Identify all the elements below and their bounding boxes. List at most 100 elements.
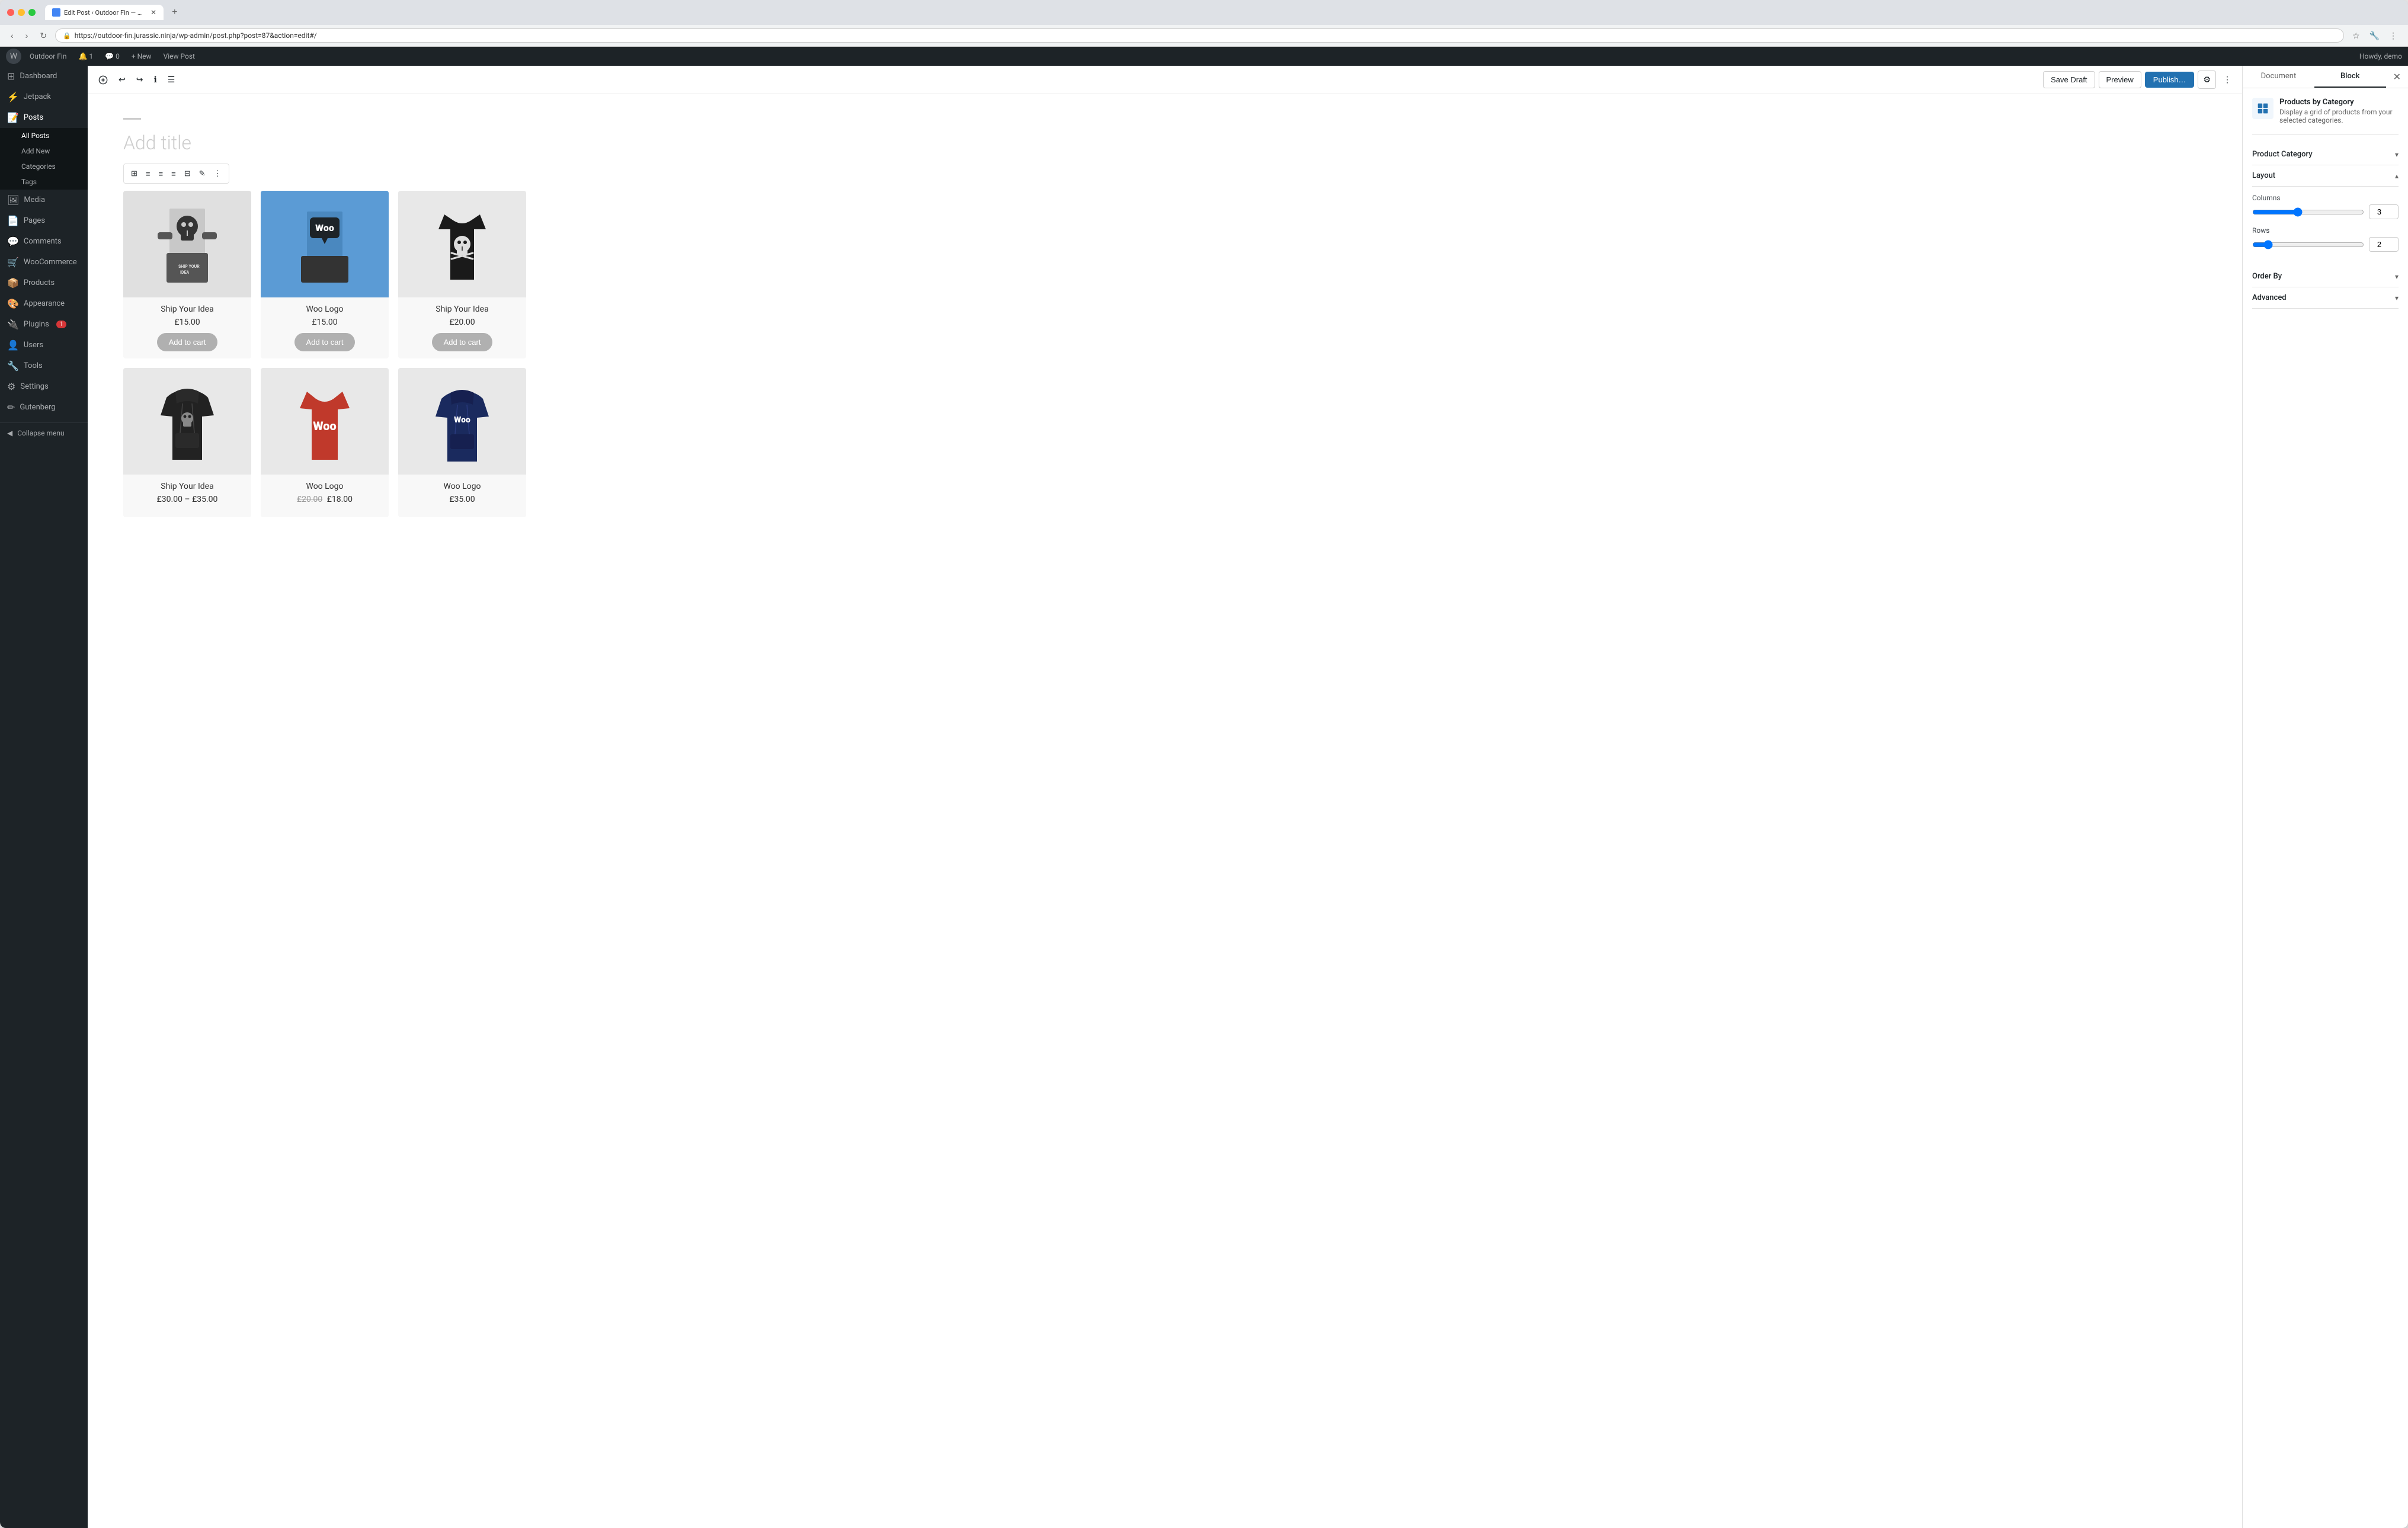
- product-image: SHIP YOUR IDEA: [123, 191, 251, 297]
- section-header-advanced[interactable]: Advanced ▾: [2252, 287, 2399, 309]
- admin-bar-site-name[interactable]: Outdoor Fin: [24, 47, 72, 66]
- list-view-button[interactable]: ☰: [164, 72, 179, 87]
- section-header-layout[interactable]: Layout ▴: [2252, 165, 2399, 187]
- section-header-product-category[interactable]: Product Category ▾: [2252, 144, 2399, 165]
- submenu-add-new[interactable]: Add New: [0, 143, 88, 159]
- browser-window: Edit Post ‹ Outdoor Fin — Wo… ✕ + ‹ › ↻ …: [0, 0, 2408, 1528]
- back-button[interactable]: ‹: [7, 30, 17, 41]
- sidebar-item-settings[interactable]: ⚙ Settings: [0, 376, 88, 397]
- add-to-cart-button[interactable]: Add to cart: [432, 333, 493, 351]
- sidebar-item-appearance[interactable]: 🎨 Appearance: [0, 293, 88, 314]
- rows-number-input[interactable]: [2369, 237, 2399, 252]
- block-desc: Display a grid of products from your sel…: [2279, 108, 2399, 124]
- collapse-menu-button[interactable]: ◀ Collapse menu: [0, 422, 88, 443]
- settings-icon: ⚙: [7, 381, 15, 392]
- add-block-button[interactable]: [95, 73, 111, 87]
- extension-button[interactable]: 🔧: [2366, 30, 2383, 42]
- sidebar-item-gutenberg[interactable]: ✏ Gutenberg: [0, 397, 88, 418]
- section-header-order-by[interactable]: Order By ▾: [2252, 266, 2399, 287]
- publish-button[interactable]: Publish…: [2145, 72, 2195, 88]
- align-wide-button[interactable]: ⊟: [181, 166, 194, 181]
- product-info: Ship Your Idea £20.00 Add to cart: [398, 297, 526, 358]
- columns-slider[interactable]: [2252, 207, 2364, 217]
- add-to-cart-button[interactable]: Add to cart: [157, 333, 218, 351]
- admin-bar-view-post[interactable]: View Post: [158, 47, 201, 66]
- appearance-icon: 🎨: [7, 298, 19, 309]
- sidebar-item-label: Settings: [20, 382, 48, 391]
- close-traffic-light[interactable]: [7, 9, 14, 16]
- admin-bar-comments-count[interactable]: 💬 0: [99, 47, 126, 66]
- columns-label: Columns: [2252, 194, 2399, 202]
- align-center-button[interactable]: ≡: [155, 167, 167, 181]
- sidebar-item-posts[interactable]: 📝 Posts: [0, 107, 88, 128]
- sidebar-item-jetpack[interactable]: ⚡ Jetpack: [0, 87, 88, 107]
- posts-icon: 📝: [7, 112, 19, 123]
- address-bar[interactable]: 🔒 https://outdoor-fin.jurassic.ninja/wp-…: [55, 28, 2344, 43]
- sidebar-item-tools[interactable]: 🔧 Tools: [0, 355, 88, 376]
- preview-button[interactable]: Preview: [2099, 71, 2141, 88]
- section-toggle-icon: ▴: [2395, 172, 2399, 180]
- sidebar-item-label: WooCommerce: [24, 258, 77, 267]
- post-title-field[interactable]: Add title: [123, 132, 2207, 154]
- more-tools-button[interactable]: ⋮: [2220, 72, 2235, 87]
- sidebar-item-users[interactable]: 👤 Users: [0, 335, 88, 355]
- wp-admin-bar: W Outdoor Fin 🔔 1 💬 0 + New View Post Ho…: [0, 47, 2408, 66]
- edit-button[interactable]: ✎: [196, 166, 209, 181]
- block-type-button[interactable]: ⊞: [127, 166, 141, 181]
- svg-text:Woo: Woo: [454, 415, 470, 425]
- rows-label: Rows: [2252, 226, 2399, 235]
- submenu-all-posts[interactable]: All Posts: [0, 128, 88, 143]
- media-icon: 🖼: [7, 194, 19, 206]
- rows-slider[interactable]: [2252, 240, 2364, 249]
- columns-number-input[interactable]: [2369, 204, 2399, 219]
- block-icon: [2252, 98, 2273, 119]
- save-draft-button[interactable]: Save Draft: [2043, 71, 2095, 88]
- panel-close-button[interactable]: ✕: [2386, 66, 2408, 88]
- sidebar-item-label: Comments: [24, 237, 62, 246]
- section-toggle-icon: ▾: [2395, 150, 2399, 159]
- tab-document[interactable]: Document: [2243, 66, 2314, 88]
- sidebar-item-label: Media: [24, 196, 45, 204]
- sidebar-item-label: Gutenberg: [20, 403, 55, 412]
- undo-button[interactable]: ↩: [115, 72, 129, 87]
- more-options-button[interactable]: ⋮: [210, 166, 225, 181]
- bookmark-button[interactable]: ☆: [2349, 30, 2364, 42]
- align-right-button[interactable]: ≡: [168, 167, 180, 181]
- tab-block[interactable]: Block: [2314, 66, 2386, 88]
- forward-button[interactable]: ›: [22, 30, 32, 41]
- tab-favicon: [52, 8, 60, 17]
- menu-button[interactable]: ⋮: [2385, 30, 2401, 42]
- tab-close-button[interactable]: ✕: [150, 8, 156, 17]
- sidebar-item-pages[interactable]: 📄 Pages: [0, 210, 88, 231]
- maximize-traffic-light[interactable]: [28, 9, 36, 16]
- new-tab-button[interactable]: +: [168, 6, 181, 19]
- sidebar-item-label: Appearance: [24, 299, 65, 308]
- submenu-categories[interactable]: Categories: [0, 159, 88, 174]
- admin-bar-comments[interactable]: 🔔 1: [72, 47, 99, 66]
- products-grid: SHIP YOUR IDEA Ship Your Idea £15.00 Add…: [123, 191, 526, 517]
- settings-button[interactable]: ⚙: [2198, 71, 2216, 89]
- wp-logo[interactable]: W: [6, 49, 21, 64]
- sidebar-item-woocommerce[interactable]: 🛒 WooCommerce: [0, 252, 88, 273]
- block-name: Products by Category: [2279, 98, 2399, 107]
- sidebar-item-dashboard[interactable]: ⊞ Dashboard: [0, 66, 88, 87]
- info-button[interactable]: ℹ: [150, 72, 160, 87]
- reload-button[interactable]: ↻: [36, 30, 50, 42]
- submenu-tags[interactable]: Tags: [0, 174, 88, 190]
- product-info: Woo Logo £15.00 Add to cart: [261, 297, 389, 358]
- admin-bar-new[interactable]: + New: [126, 47, 158, 66]
- block-toolbar: ⊞ ≡ ≡ ≡ ⊟ ✎ ⋮: [123, 164, 229, 184]
- product-info: Ship Your Idea £15.00 Add to cart: [123, 297, 251, 358]
- product-card: SHIP YOUR IDEA Ship Your Idea £15.00 Add…: [123, 191, 251, 358]
- sidebar-item-products[interactable]: 📦 Products: [0, 273, 88, 293]
- minimize-traffic-light[interactable]: [18, 9, 25, 16]
- sidebar-item-media[interactable]: 🖼 Media: [0, 190, 88, 210]
- add-to-cart-button[interactable]: Add to cart: [294, 333, 356, 351]
- sidebar-item-comments[interactable]: 💬 Comments: [0, 231, 88, 252]
- product-price: £15.00: [268, 318, 382, 327]
- redo-button[interactable]: ↪: [133, 72, 147, 87]
- browser-tab[interactable]: Edit Post ‹ Outdoor Fin — Wo… ✕: [45, 5, 164, 20]
- url-text: https://outdoor-fin.jurassic.ninja/wp-ad…: [75, 31, 317, 40]
- align-left-button[interactable]: ≡: [142, 167, 154, 181]
- sidebar-item-plugins[interactable]: 🔌 Plugins 1: [0, 314, 88, 335]
